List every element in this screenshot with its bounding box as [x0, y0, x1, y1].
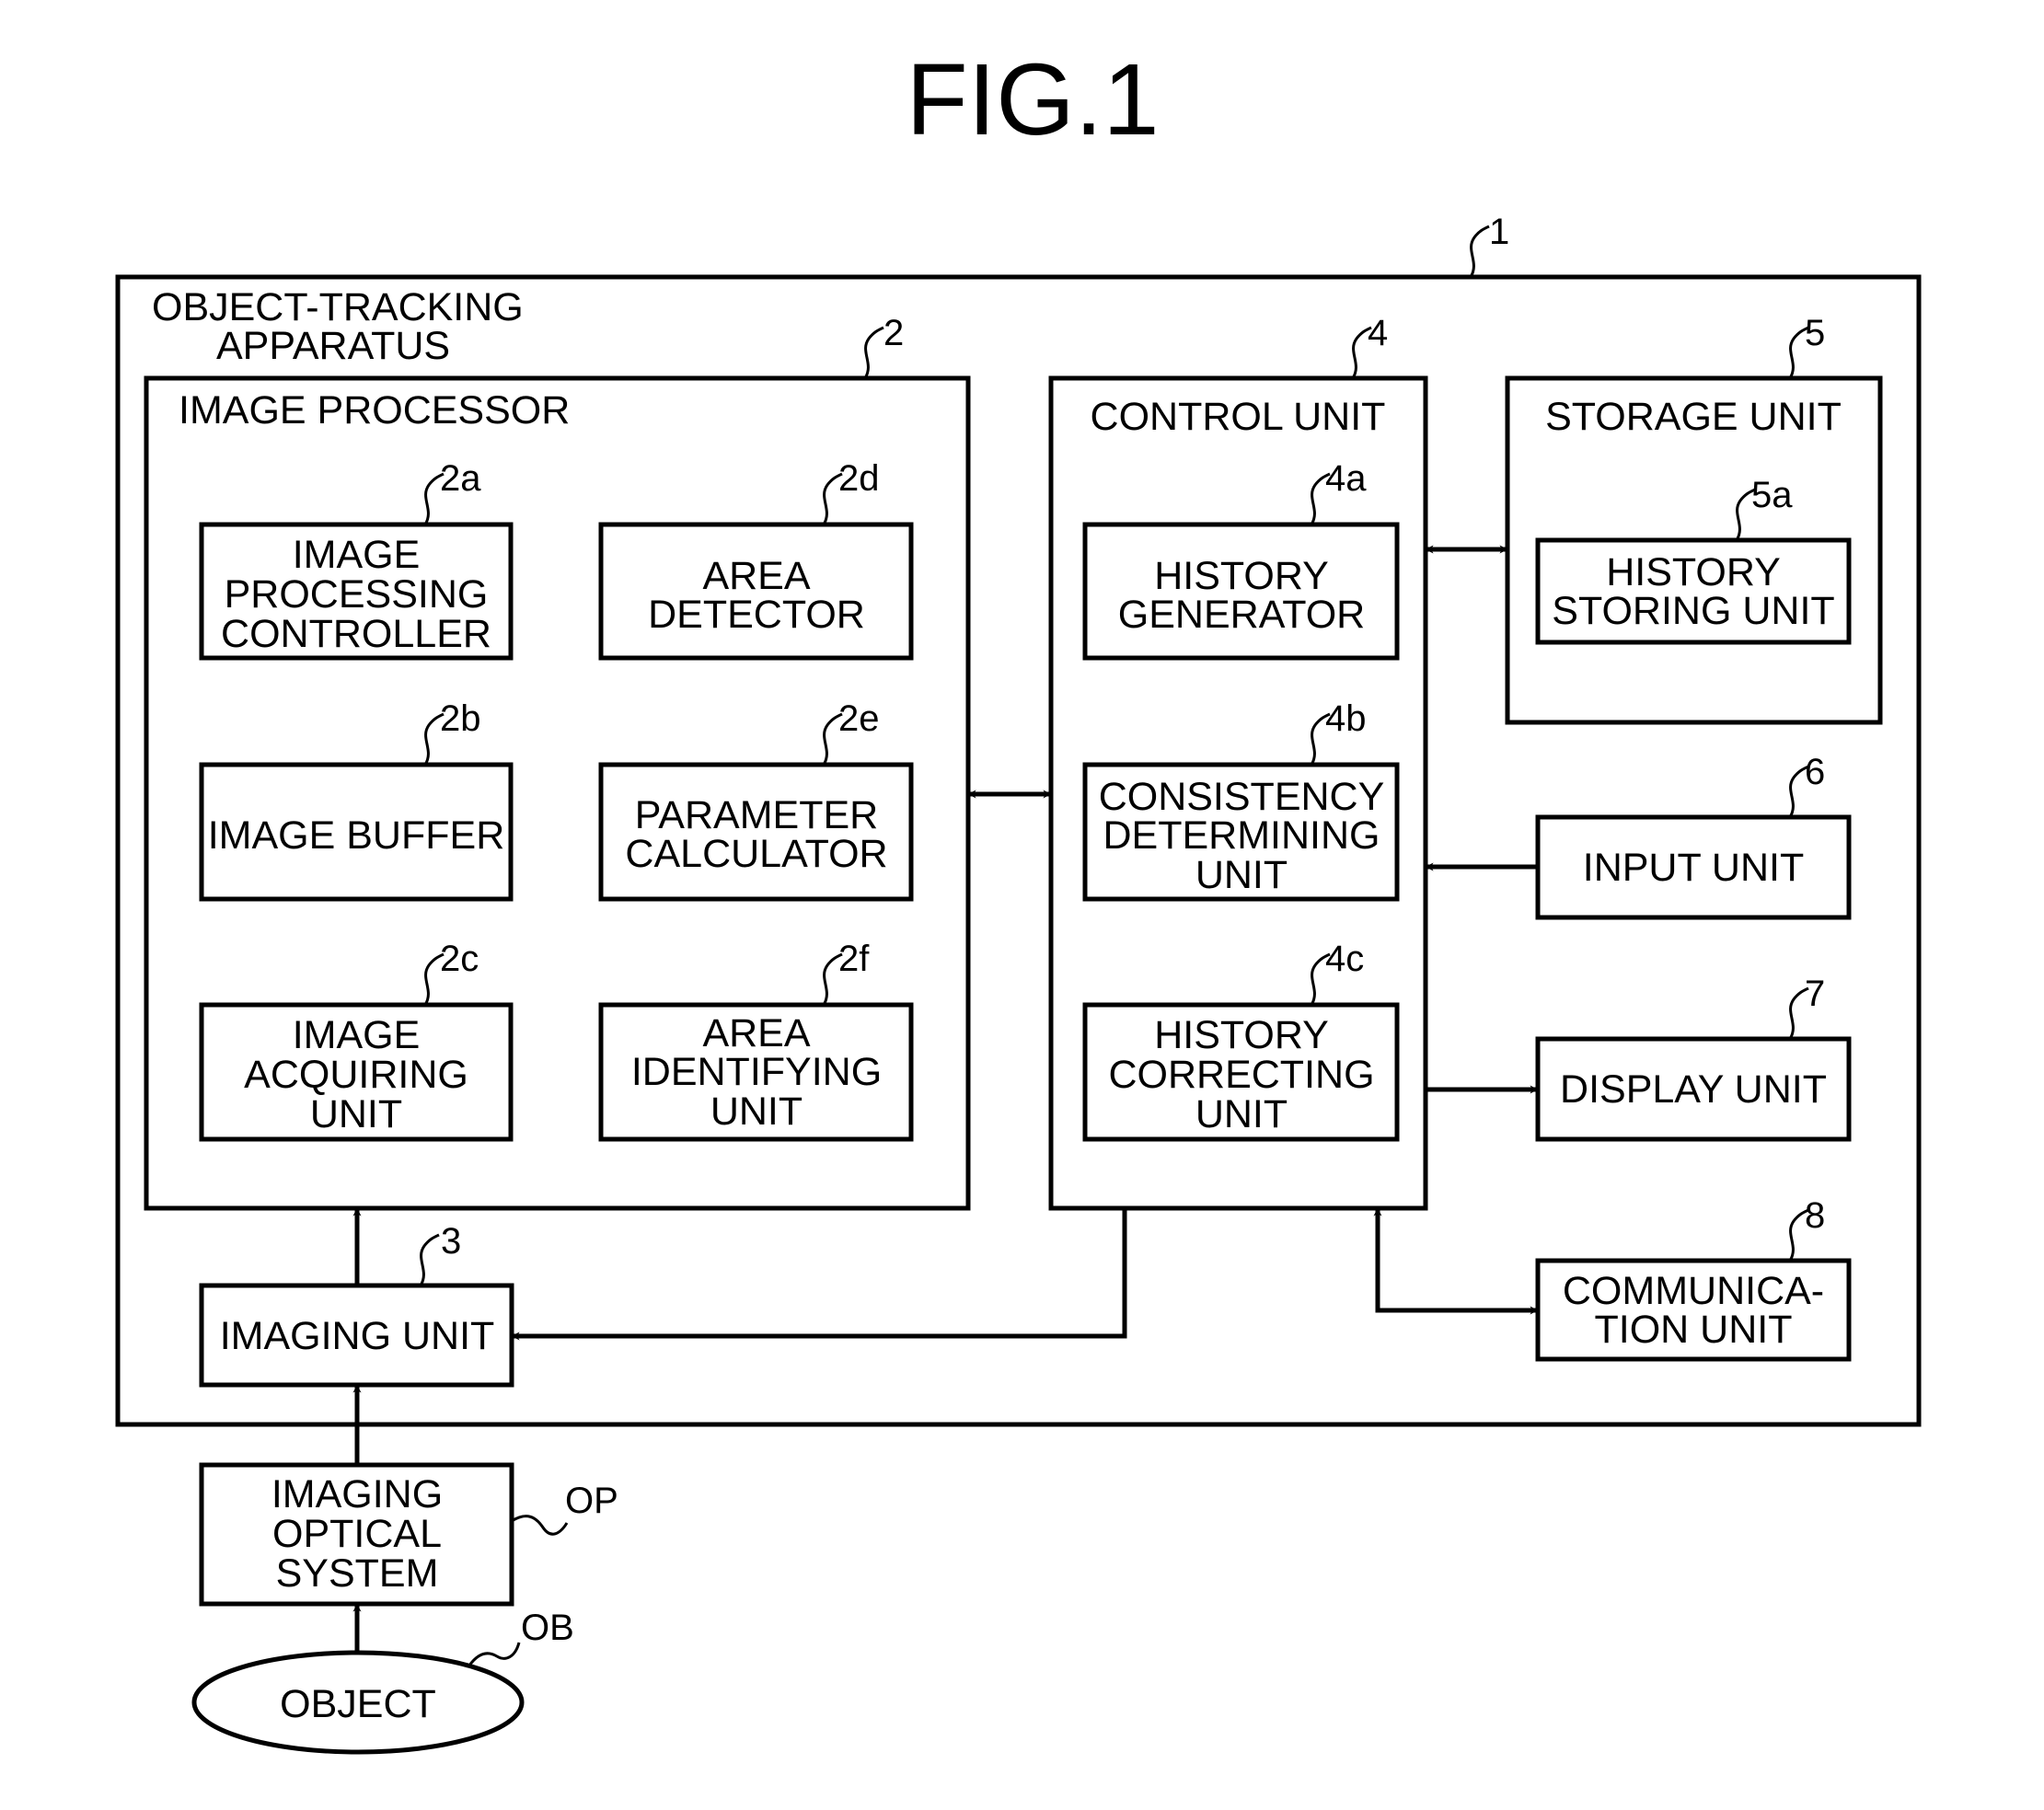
- figure-title: FIG.1: [906, 43, 1159, 156]
- ref-label-4a: 4a: [1325, 458, 1367, 499]
- ref-label-6: 6: [1805, 752, 1825, 792]
- ref-label-5: 5: [1805, 313, 1825, 353]
- ref-label-5a: 5a: [1751, 475, 1793, 515]
- storage-unit-label: STORAGE UNIT: [1545, 395, 1842, 439]
- image-processor-label: IMAGE PROCESSOR: [179, 388, 570, 432]
- ref-leader-op: [511, 1515, 569, 1536]
- ref-label-2d: 2d: [838, 458, 880, 499]
- block-label-line: DISPLAY UNIT: [1560, 1067, 1827, 1112]
- block-label-line: GENERATOR: [1118, 593, 1365, 637]
- imaging-optical-system-block: IMAGING OPTICAL SYSTEM OP: [199, 1462, 618, 1607]
- block-label-line: OPTICAL: [272, 1512, 442, 1556]
- block-label-line: HISTORY: [1606, 550, 1781, 594]
- ref-label-8: 8: [1805, 1195, 1825, 1236]
- block-label-line: HISTORY: [1154, 1013, 1329, 1057]
- ref-label-2e: 2e: [838, 698, 880, 739]
- block-label-line: INPUT UNIT: [1583, 846, 1805, 890]
- block-label-line: ACQUIRING: [244, 1053, 468, 1097]
- block-label-line: UNIT: [310, 1092, 402, 1136]
- block-label-line: UNIT: [1195, 1092, 1288, 1136]
- block-label-line: DETERMINING: [1103, 813, 1380, 858]
- ref-label-1: 1: [1489, 212, 1509, 252]
- block-diagram: FIG.1 OBJECT-TRACKING APPARATUS 1 IMAGE …: [115, 43, 1922, 1755]
- object-label: OBJECT: [280, 1682, 436, 1726]
- ref-label-7: 7: [1805, 974, 1825, 1014]
- block-label-line: IMAGING: [271, 1472, 443, 1516]
- block-label-line: UNIT: [710, 1089, 803, 1134]
- ref-label-2a: 2a: [440, 458, 481, 499]
- block-label-line: AREA: [702, 1011, 810, 1055]
- ref-label-op: OP: [565, 1481, 618, 1521]
- block-label-line: CORRECTING: [1108, 1053, 1374, 1097]
- ref-label-ob: OB: [521, 1608, 574, 1648]
- ref-leader-ob: [468, 1642, 521, 1666]
- block-label-line: IMAGE: [293, 1013, 421, 1057]
- block-label-line: AREA: [702, 554, 810, 598]
- block-label-line: CONSISTENCY: [1099, 775, 1385, 819]
- ref-label-4c: 4c: [1325, 939, 1364, 979]
- ref-label-2b: 2b: [440, 698, 481, 739]
- ref-label-4: 4: [1368, 313, 1388, 353]
- object-ellipse: OBJECT OB: [191, 1608, 574, 1755]
- block-label-line: UNIT: [1195, 853, 1288, 897]
- ref-label-2: 2: [883, 313, 904, 353]
- block-label-line: IMAGE BUFFER: [208, 813, 505, 858]
- block-label-line: COMMUNICA-: [1563, 1269, 1824, 1313]
- block-label-line: DETECTOR: [648, 593, 865, 637]
- ref-label-3: 3: [441, 1221, 461, 1262]
- block-label-line: STORING UNIT: [1552, 589, 1834, 633]
- block-label-line: SYSTEM: [276, 1551, 439, 1596]
- ref-label-2f: 2f: [838, 939, 870, 979]
- block-label-line: TION UNIT: [1595, 1308, 1793, 1352]
- block-label-line: HISTORY: [1154, 554, 1329, 598]
- block-label-line: PARAMETER: [635, 793, 878, 837]
- block-label-line: IDENTIFYING: [631, 1050, 882, 1094]
- ref-label-2c: 2c: [440, 939, 479, 979]
- block-label-line: CALCULATOR: [625, 832, 887, 876]
- block-label-line: IMAGE: [293, 533, 421, 577]
- block-label-line: CONTROLLER: [221, 612, 491, 656]
- ref-leader-1: [1469, 225, 1490, 278]
- apparatus-label-line-1: OBJECT-TRACKING: [152, 285, 524, 329]
- block-label-line: PROCESSING: [225, 572, 489, 617]
- block-label-line: IMAGING UNIT: [220, 1314, 495, 1358]
- apparatus-label-line-2: APPARATUS: [216, 324, 450, 368]
- control-unit-label: CONTROL UNIT: [1091, 395, 1386, 439]
- ref-label-4b: 4b: [1325, 698, 1367, 739]
